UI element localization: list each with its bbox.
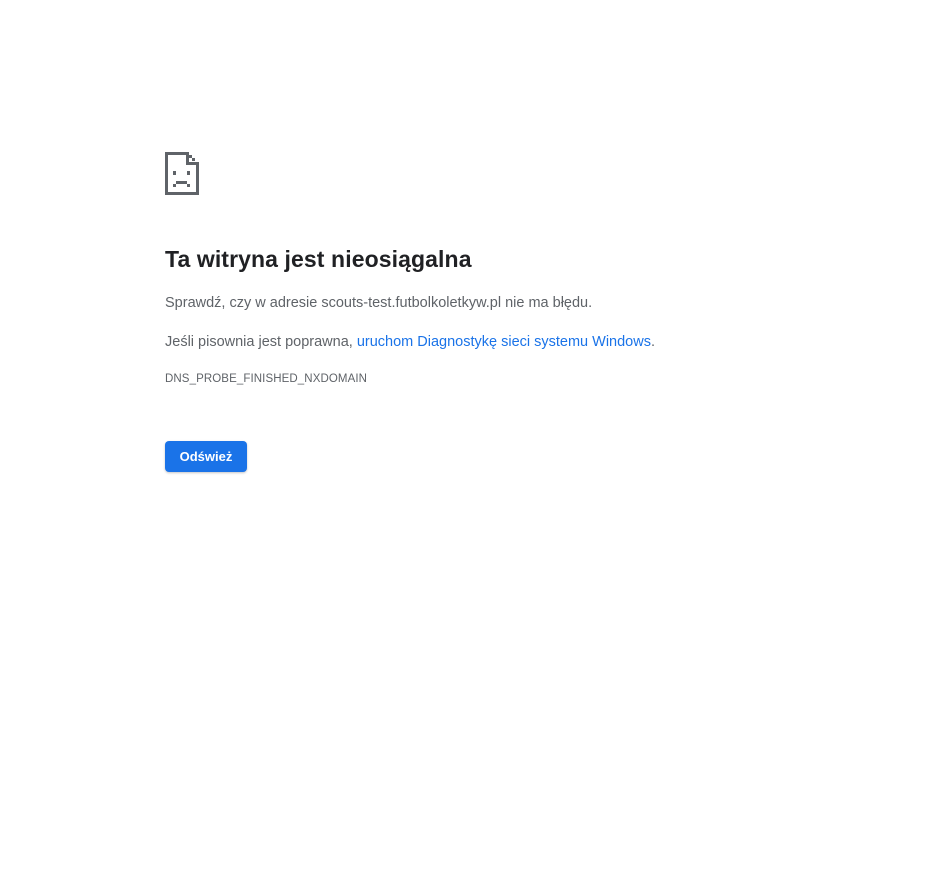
diagnostics-prefix: Jeśli pisownia jest poprawna, [165, 334, 357, 350]
check-address-text: Sprawdź, czy w adresie scouts-test.futbo… [165, 295, 593, 311]
diagnostics-suffix: . [650, 334, 655, 350]
error-code: DNS_PROBE_FINISHED_NXDOMAIN [165, 373, 368, 385]
diagnostics-suggestion: Jeśli pisownia jest poprawna, uruchom Di… [165, 332, 805, 352]
sad-page-icon [165, 152, 199, 198]
page-title: Ta witryna jest nieosiągalna [165, 246, 472, 272]
error-content: Ta witryna jest nieosiągalna Sprawdź, cz… [165, 152, 805, 387]
diagnostics-link[interactable]: uruchom Diagnostykę sieci systemu Window… [357, 334, 651, 350]
reload-button[interactable]: Odśwież [165, 441, 247, 472]
